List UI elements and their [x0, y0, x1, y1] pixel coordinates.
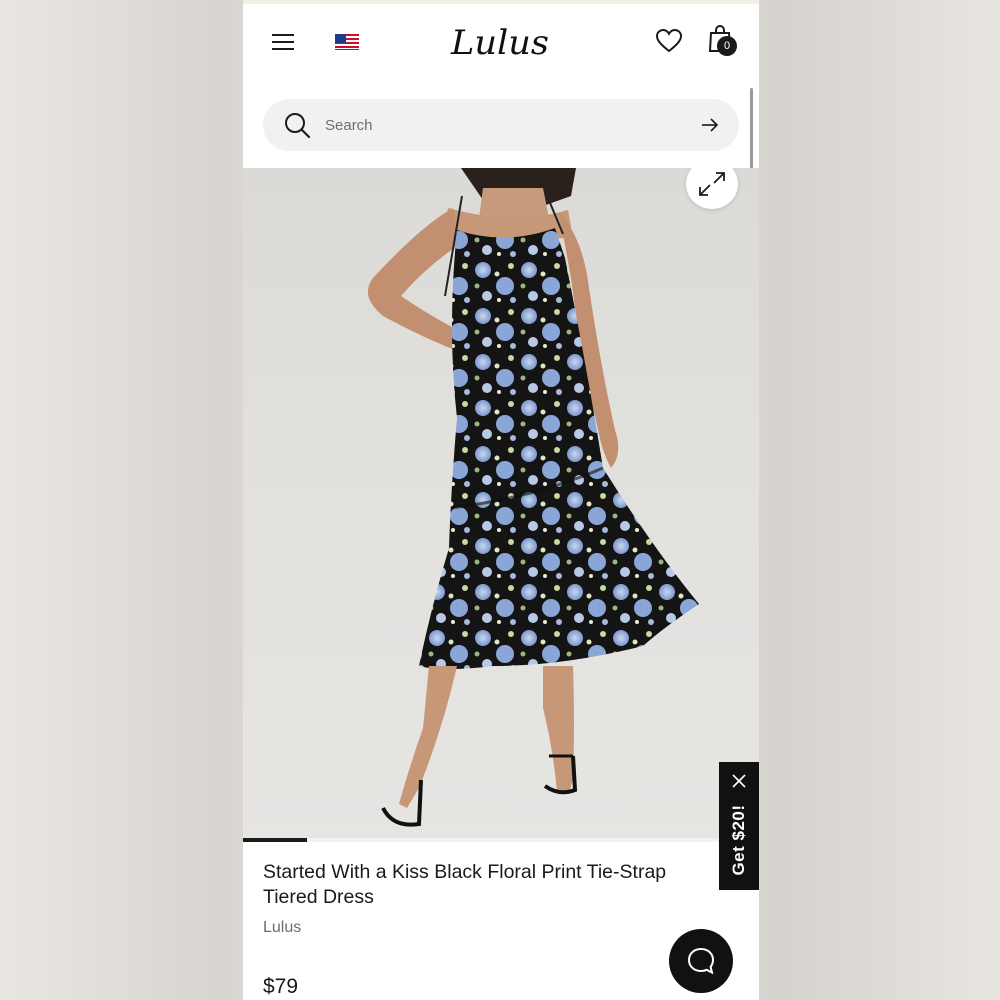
chat-bubble-icon	[687, 947, 715, 975]
promo-tab[interactable]: Get $20!	[719, 762, 759, 890]
product-image[interactable]	[243, 168, 759, 841]
image-carousel-indicator	[243, 838, 759, 842]
hamburger-menu-icon[interactable]	[271, 32, 295, 52]
search-section	[243, 82, 759, 168]
product-brand[interactable]: Lulus	[263, 919, 301, 937]
search-input[interactable]	[325, 114, 665, 136]
chat-button[interactable]	[669, 929, 733, 993]
expand-arrows-icon	[699, 172, 725, 196]
product-title: Started With a Kiss Black Floral Print T…	[263, 861, 667, 908]
site-header: Lulus 0	[243, 4, 759, 83]
magnifier-icon[interactable]	[283, 111, 311, 139]
close-icon[interactable]	[731, 773, 747, 789]
product-price: $79	[263, 975, 299, 998]
arrow-right-icon[interactable]	[699, 115, 721, 135]
heart-icon[interactable]	[655, 28, 683, 54]
us-flag-icon[interactable]	[335, 34, 359, 50]
svg-text:Lulus: Lulus	[450, 23, 549, 63]
mobile-viewport: Lulus 0 Search Get $20! Started With a K…	[243, 0, 759, 1000]
expand-image-button[interactable]	[686, 168, 738, 209]
promo-label[interactable]: Get $20!	[729, 794, 749, 886]
cart-count-badge[interactable]: 0	[717, 36, 737, 56]
search-bar[interactable]	[263, 99, 739, 151]
dress-model-illustration	[367, 168, 699, 827]
lulus-logo[interactable]: Lulus	[449, 18, 553, 66]
slide-indicator[interactable]	[243, 838, 307, 842]
